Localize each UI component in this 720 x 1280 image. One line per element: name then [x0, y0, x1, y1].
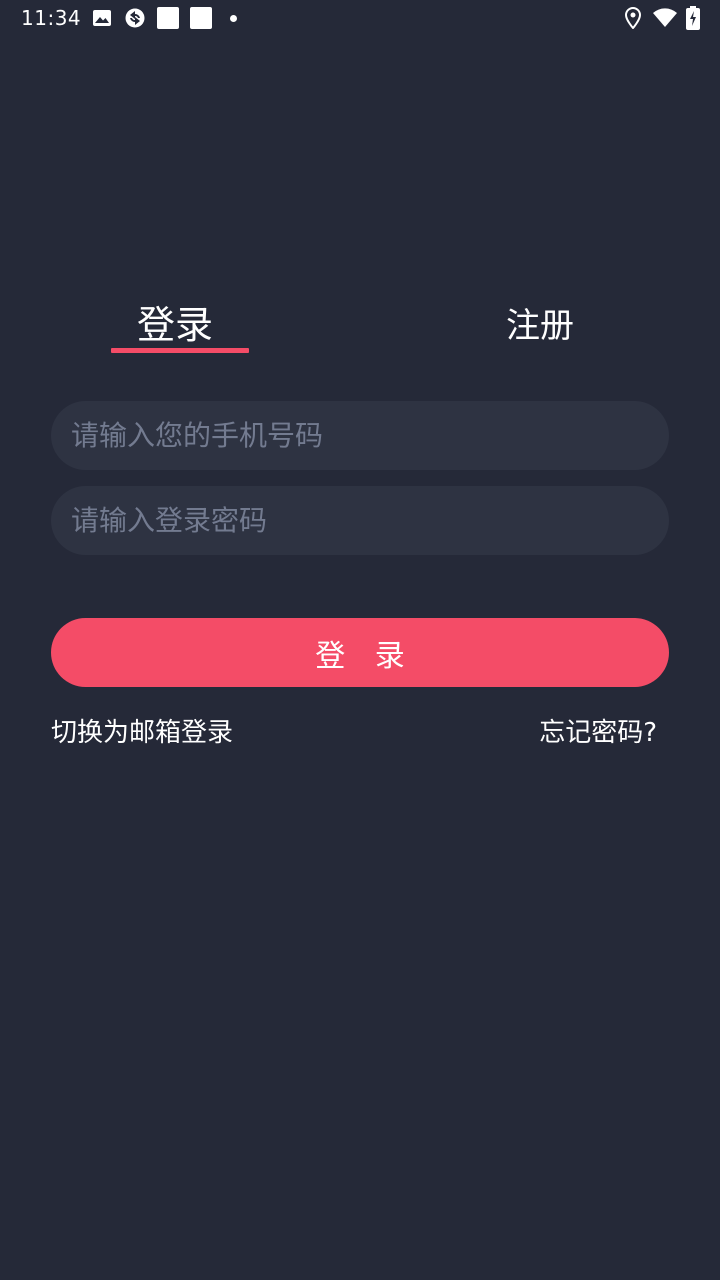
password-input[interactable] [51, 486, 669, 555]
password-input-container [51, 486, 669, 555]
switch-email-login-link[interactable]: 切换为邮箱登录 [51, 712, 233, 749]
status-time: 11:34 [21, 6, 82, 30]
tab-register[interactable]: 注册 [506, 298, 574, 347]
status-bar: 11:34 [0, 0, 720, 36]
phone-input-container [51, 401, 669, 470]
active-tab-indicator [111, 348, 249, 353]
location-icon [624, 7, 642, 29]
dot-icon [230, 15, 237, 22]
sync-icon [125, 8, 145, 28]
forgot-password-link[interactable]: 忘记密码? [539, 712, 657, 749]
phone-input[interactable] [51, 401, 669, 470]
notification-square-icon [157, 7, 179, 29]
battery-charging-icon [686, 6, 700, 30]
notification-square-icon [190, 7, 212, 29]
image-icon [93, 10, 111, 26]
tab-login[interactable]: 登录 [137, 294, 213, 349]
wifi-icon [653, 8, 677, 27]
login-button[interactable]: 登 录 [51, 618, 669, 687]
